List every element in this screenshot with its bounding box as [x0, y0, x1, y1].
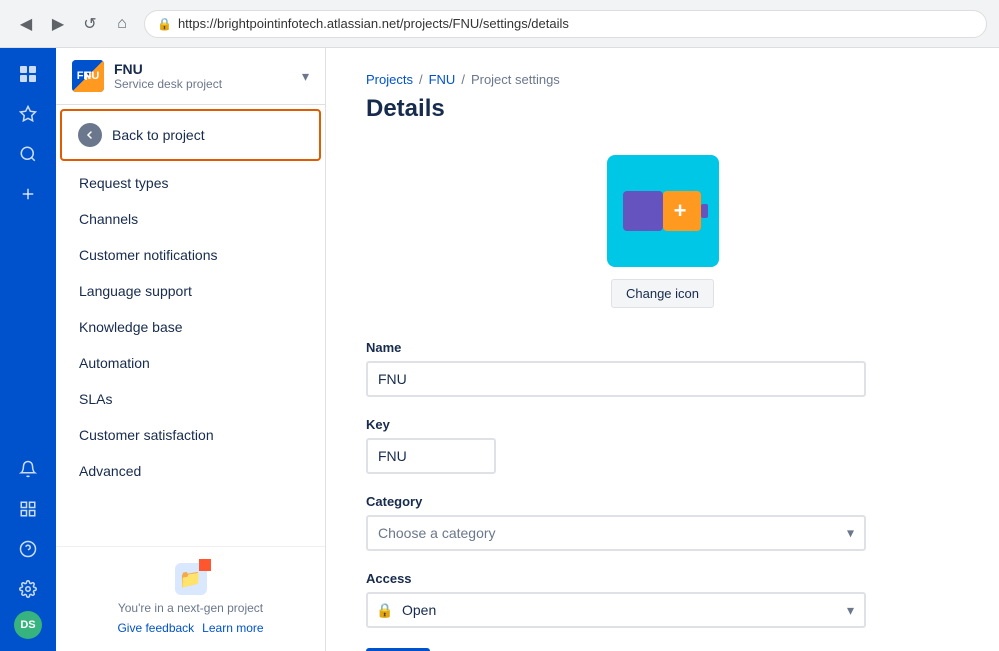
- name-label: Name: [366, 340, 866, 355]
- footer-links: Give feedback Learn more: [117, 621, 263, 635]
- sidebar-nav: Request types Channels Customer notifica…: [56, 165, 325, 546]
- key-label: Key: [366, 417, 866, 432]
- rail-help-icon[interactable]: [10, 531, 46, 567]
- rail-search-icon[interactable]: [10, 136, 46, 172]
- breadcrumb-sep-1: /: [419, 72, 423, 87]
- sidebar-item-customer-notifications[interactable]: Customer notifications: [56, 237, 325, 273]
- project-avatar: FNU F: [72, 60, 104, 92]
- learn-more-link[interactable]: Learn more: [202, 621, 263, 635]
- app-container: DS FNU F FNU Service desk project ▾: [0, 48, 999, 651]
- sidebar-item-request-types[interactable]: Request types: [56, 165, 325, 201]
- category-select[interactable]: Choose a category Business Software Serv…: [366, 515, 866, 551]
- access-field-group: Access 🔒 Open Private Limited ▾: [366, 571, 866, 628]
- breadcrumb-settings: Project settings: [471, 72, 560, 87]
- sidebar: FNU F FNU Service desk project ▾ Ba: [56, 48, 326, 651]
- browser-nav-buttons: ◀ ▶ ↺ ⌂: [12, 10, 136, 38]
- key-input[interactable]: [366, 438, 496, 474]
- home-button[interactable]: ⌂: [108, 10, 136, 38]
- rail-grid-icon[interactable]: [10, 491, 46, 527]
- category-field-group: Category Choose a category Business Soft…: [366, 494, 866, 551]
- sidebar-header: FNU F FNU Service desk project ▾: [56, 48, 325, 105]
- sidebar-item-slas[interactable]: SLAs: [56, 381, 325, 417]
- name-input[interactable]: [366, 361, 866, 397]
- project-type-label: Service desk project: [114, 77, 222, 91]
- reload-button[interactable]: ↺: [76, 10, 104, 38]
- project-details: FNU Service desk project: [114, 61, 222, 91]
- back-label: Back to project: [112, 127, 205, 143]
- rail-star-icon[interactable]: [10, 96, 46, 132]
- sidebar-item-customer-satisfaction[interactable]: Customer satisfaction: [56, 417, 325, 453]
- name-field-group: Name: [366, 340, 866, 397]
- address-bar[interactable]: 🔒 https://brightpointinfotech.atlassian.…: [144, 10, 987, 38]
- svg-text:+: +: [673, 198, 686, 223]
- access-select[interactable]: Open Private Limited: [366, 592, 866, 628]
- project-avatar-initials: FNU: [77, 70, 100, 82]
- sidebar-item-knowledge-base[interactable]: Knowledge base: [56, 309, 325, 345]
- sidebar-footer: 📁 You're in a next-gen project Give feed…: [56, 546, 325, 651]
- sidebar-item-automation[interactable]: Automation: [56, 345, 325, 381]
- user-avatar[interactable]: DS: [14, 611, 42, 639]
- rail-settings-icon[interactable]: [10, 571, 46, 607]
- project-name-label: FNU: [114, 61, 222, 77]
- battery-illustration: +: [618, 183, 708, 239]
- rail-notification-icon[interactable]: [10, 451, 46, 487]
- breadcrumb-fnu[interactable]: FNU: [429, 72, 456, 87]
- lock-icon: 🔒: [157, 17, 172, 31]
- breadcrumb: Projects / FNU / Project settings: [366, 72, 959, 87]
- breadcrumb-sep-2: /: [461, 72, 465, 87]
- rail-apps-icon[interactable]: [10, 56, 46, 92]
- back-icon: [78, 123, 102, 147]
- browser-chrome: ◀ ▶ ↺ ⌂ 🔒 https://brightpointinfotech.at…: [0, 0, 999, 48]
- change-icon-button[interactable]: Change icon: [611, 279, 714, 308]
- category-label: Category: [366, 494, 866, 509]
- back-button[interactable]: ◀: [12, 10, 40, 38]
- project-icon-container: + Change icon: [366, 155, 959, 308]
- project-info: FNU F FNU Service desk project: [72, 60, 222, 92]
- sidebar-item-advanced[interactable]: Advanced: [56, 453, 325, 489]
- access-select-wrapper: 🔒 Open Private Limited ▾: [366, 592, 866, 628]
- left-rail: DS: [0, 48, 56, 651]
- rail-add-icon[interactable]: [10, 176, 46, 212]
- breadcrumb-projects[interactable]: Projects: [366, 72, 413, 87]
- category-select-wrapper: Choose a category Business Software Serv…: [366, 515, 866, 551]
- key-field-group: Key: [366, 417, 866, 474]
- sidebar-chevron-button[interactable]: ▾: [302, 68, 309, 85]
- back-to-project-item[interactable]: Back to project: [60, 109, 321, 161]
- give-feedback-link[interactable]: Give feedback: [117, 621, 194, 635]
- sidebar-item-language-support[interactable]: Language support: [56, 273, 325, 309]
- access-label: Access: [366, 571, 866, 586]
- footer-text: You're in a next-gen project: [118, 601, 263, 615]
- details-form: Name Key Category Choose a category Busi…: [366, 340, 866, 651]
- main-content: Projects / FNU / Project settings Detail…: [326, 48, 999, 651]
- project-icon-box: +: [607, 155, 719, 267]
- footer-icon-container: 📁: [175, 563, 207, 595]
- page-title: Details: [366, 95, 959, 123]
- forward-button[interactable]: ▶: [44, 10, 72, 38]
- sidebar-item-channels[interactable]: Channels: [56, 201, 325, 237]
- url-text: https://brightpointinfotech.atlassian.ne…: [178, 16, 569, 31]
- footer-badge: [199, 559, 211, 571]
